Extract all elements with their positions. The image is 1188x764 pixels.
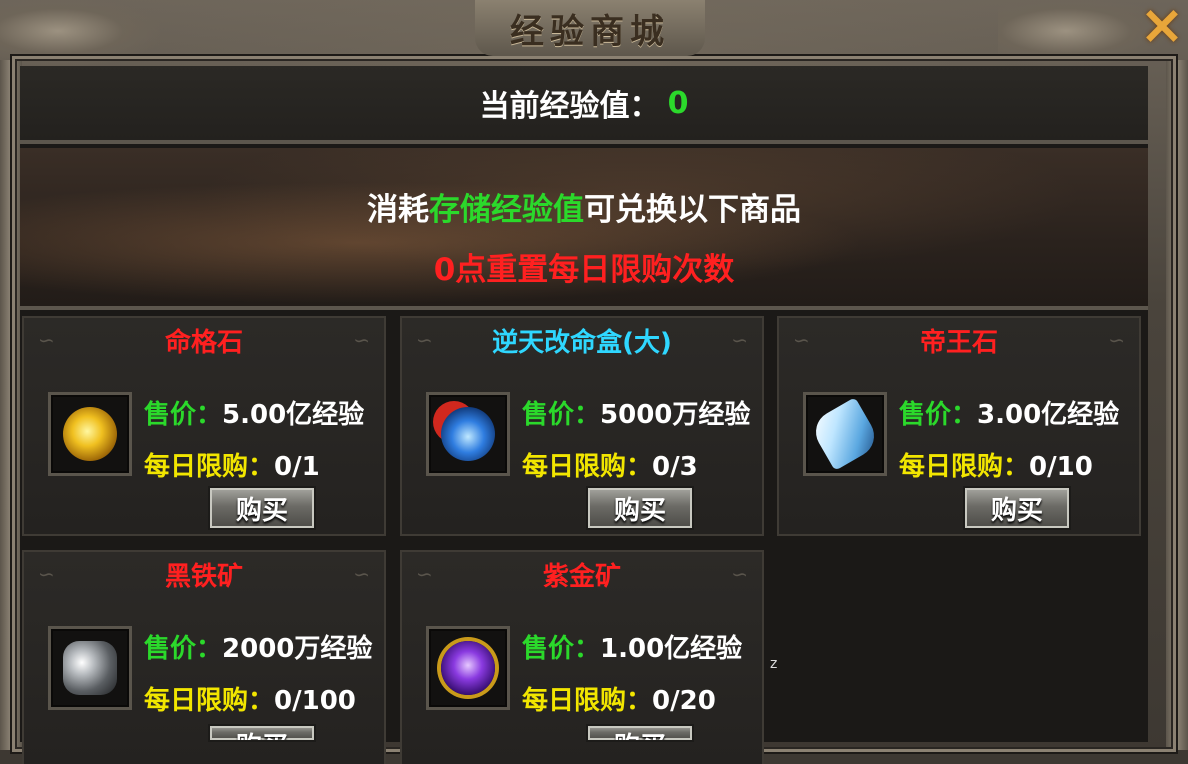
limit-label: 每日限购： — [522, 686, 653, 716]
exchange-notice: 消耗存储经验值可兑换以下商品 — [20, 184, 1148, 229]
crystal-emperor-stone-icon — [808, 397, 882, 471]
price-row: 售价：1.00亿经验 — [522, 628, 742, 665]
item-slot[interactable] — [426, 392, 510, 476]
buy-button[interactable]: 购买 — [208, 724, 316, 742]
price-label: 售价： — [899, 400, 978, 430]
item-name: 命格石 — [164, 328, 243, 358]
limit-row: 每日限购：0/3 — [522, 446, 698, 483]
limit-value: 0/1 — [274, 452, 320, 482]
shop-card: ∽ ∽ 紫金矿 售价：1.00亿经验 每日限购：0/20 购买 — [400, 550, 764, 764]
close-icon: × — [1139, 0, 1185, 56]
limit-value: 0/3 — [652, 452, 698, 482]
price-label: 售价： — [522, 400, 601, 430]
price-row: 售价：3.00亿经验 — [899, 394, 1119, 431]
item-slot[interactable] — [48, 626, 132, 710]
info-banner: 消耗存储经验值可兑换以下商品 0点重置每日限购次数 — [20, 148, 1148, 310]
price-row: 售价：5000万经验 — [522, 394, 750, 431]
item-grid: ∽ ∽ 命格石 售价：5.00亿经验 每日限购：0/1 购买 ∽ ∽ 逆天改命盒… — [20, 316, 1148, 764]
price-value: 5.00亿经验 — [222, 400, 365, 430]
stray-text: z — [770, 656, 778, 672]
price-value: 3.00亿经验 — [977, 400, 1120, 430]
price-value: 5000万经验 — [600, 400, 751, 430]
exchange-notice-prefix: 消耗 — [367, 192, 429, 228]
limit-value: 0/10 — [1029, 452, 1093, 482]
item-name: 帝王石 — [919, 328, 998, 358]
limit-label: 每日限购： — [899, 452, 1030, 482]
shop-content: 当前经验值： 0 消耗存储经验值可兑换以下商品 0点重置每日限购次数 ∽ ∽ 命… — [20, 66, 1148, 764]
limit-label: 每日限购： — [144, 686, 275, 716]
buy-button[interactable]: 购买 — [208, 486, 316, 530]
item-name: 紫金矿 — [542, 562, 621, 592]
limit-row: 每日限购：0/10 — [899, 446, 1093, 483]
reset-notice: 0点重置每日限购次数 — [433, 252, 735, 288]
title-plate: 经验商城 — [475, 0, 705, 56]
buy-button[interactable]: 购买 — [586, 724, 694, 742]
limit-row: 每日限购：0/1 — [144, 446, 320, 483]
price-label: 售价： — [522, 634, 601, 664]
current-exp-label: 当前经验值： — [479, 89, 660, 124]
black-iron-ore-icon — [63, 641, 117, 695]
item-name: 黑铁矿 — [164, 562, 243, 592]
price-row: 售价：5.00亿经验 — [144, 394, 364, 431]
purple-gold-ore-icon — [441, 641, 495, 695]
shop-card: ∽ ∽ 命格石 售价：5.00亿经验 每日限购：0/1 购买 — [22, 316, 386, 536]
item-slot[interactable] — [803, 392, 887, 476]
price-label: 售价： — [144, 634, 223, 664]
stored-exp-highlight: 存储经验值 — [429, 192, 584, 228]
limit-row: 每日限购：0/100 — [144, 680, 356, 717]
item-slot[interactable] — [426, 626, 510, 710]
buy-button[interactable]: 购买 — [963, 486, 1071, 530]
limit-label: 每日限购： — [144, 452, 275, 482]
exchange-notice-suffix: 可兑换以下商品 — [584, 192, 801, 228]
price-value: 1.00亿经验 — [600, 634, 743, 664]
close-button[interactable]: × — [1136, 0, 1188, 56]
price-value: 2000万经验 — [222, 634, 373, 664]
limit-value: 0/20 — [652, 686, 716, 716]
price-row: 售价：2000万经验 — [144, 628, 372, 665]
shop-card: ∽ ∽ 黑铁矿 售价：2000万经验 每日限购：0/100 购买 — [22, 550, 386, 764]
shop-card: ∽ ∽ 逆天改命盒(大) 售价：5000万经验 每日限购：0/3 购买 — [400, 316, 764, 536]
window-title: 经验商城 — [510, 11, 670, 52]
fate-box-icon — [441, 407, 495, 461]
limit-row: 每日限购：0/20 — [522, 680, 716, 717]
limit-label: 每日限购： — [522, 452, 653, 482]
current-exp-bar: 当前经验值： 0 — [20, 66, 1148, 144]
limit-value: 0/100 — [274, 686, 356, 716]
window-frame: 经验商城 × 当前经验值： 0 消耗存储经验值可兑换以下商品 0点重置每日限购次… — [0, 0, 1188, 764]
shop-card: ∽ ∽ 帝王石 售价：3.00亿经验 每日限购：0/10 购买 — [777, 316, 1141, 536]
item-name: 逆天改命盒(大) — [492, 328, 672, 358]
price-label: 售价： — [144, 400, 223, 430]
current-exp-value: 0 — [667, 85, 689, 121]
buy-button[interactable]: 购买 — [586, 486, 694, 530]
golden-fate-stone-icon — [63, 407, 117, 461]
item-slot[interactable] — [48, 392, 132, 476]
